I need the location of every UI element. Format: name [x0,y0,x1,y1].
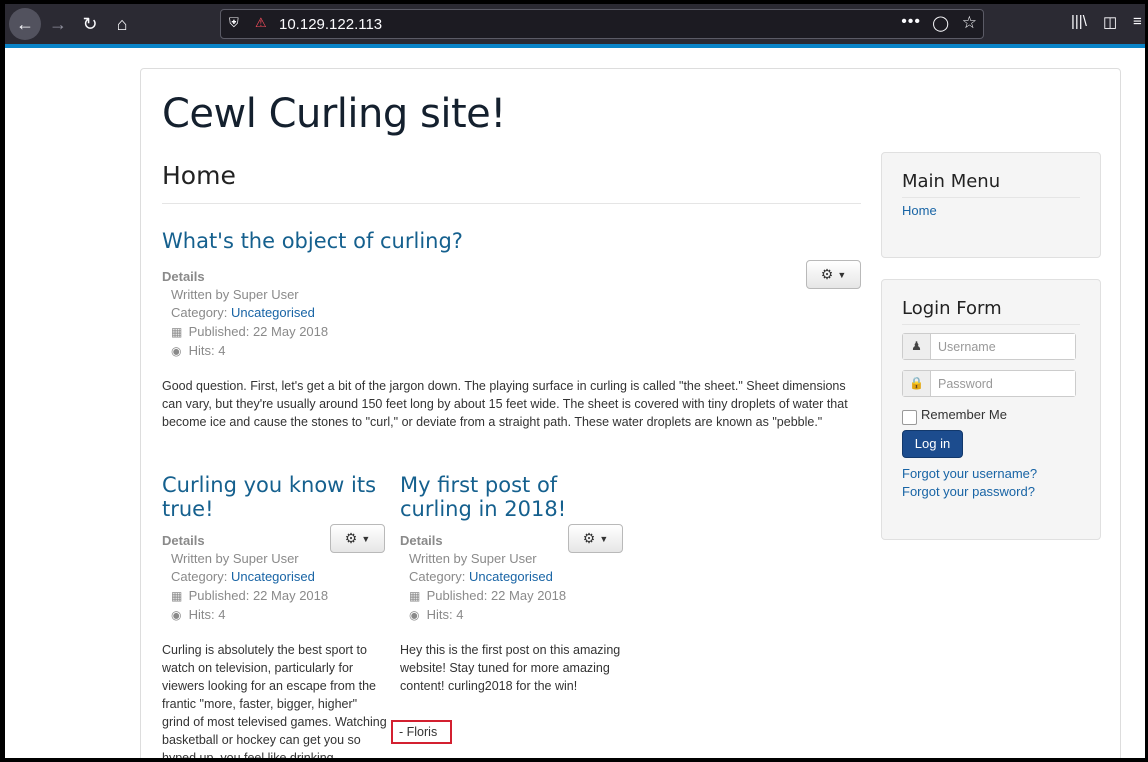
home-icon: ⌂ [116,14,128,34]
password-group: 🔒 [902,370,1076,397]
details-label: Details [162,533,205,548]
calendar-icon: ▦ [409,589,421,603]
gear-icon: ⚙ [582,530,596,546]
url-text[interactable]: 10.129.122.113 [279,16,382,33]
module-divider [902,197,1080,198]
user-icon: ♟ [903,334,931,359]
article-hits: ◉ Hits: 4 [171,607,225,622]
category-prefix: Category: [409,569,469,584]
star-icon[interactable]: ☆ [962,13,977,33]
hits-count: Hits: 4 [426,607,464,622]
login-form-title: Login Form [902,298,1002,319]
article-title[interactable]: My first post of curling in 2018! [400,473,600,521]
caret-down-icon: ▼ [599,533,609,544]
eye-icon: ◉ [409,608,420,622]
main-menu-module: Main Menu Home [881,152,1101,258]
forgot-password-link[interactable]: Forgot your password? [902,484,1035,499]
category-link[interactable]: Uncategorised [231,569,315,584]
details-label: Details [162,269,205,284]
login-form-module: Login Form ♟ 🔒 Remember Me Log in Forgot… [881,279,1101,540]
calendar-icon: ▦ [171,589,183,603]
heading-divider [162,203,861,204]
category-prefix: Category: [171,305,231,320]
forgot-username-link[interactable]: Forgot your username? [902,466,1037,481]
article-title[interactable]: Curling you know its true! [162,473,388,521]
forward-button[interactable]: → [43,10,73,38]
gear-icon: ⚙ [820,266,834,282]
gear-icon: ⚙ [344,530,358,546]
hits-count: Hits: 4 [188,607,226,622]
browser-toolbar: ← → ↻ ⌂ ⛨ ⚠ 10.129.122.113 ••• ◯ ☆ |||\ … [5,4,1145,44]
reload-button[interactable]: ↻ [75,10,105,38]
article-hits: ◉ Hits: 4 [171,343,225,358]
module-divider [902,324,1080,325]
insecure-lock-icon[interactable]: ⚠ [255,15,267,31]
article-published: ▦ Published: 22 May 2018 [171,588,328,603]
article-body: Good question. First, let's get a bit of… [162,379,848,429]
reload-icon: ↻ [82,14,98,34]
published-date: Published: 22 May 2018 [188,324,329,339]
menu-item-home[interactable]: Home [902,203,937,218]
username-input[interactable] [932,334,1075,359]
arrow-right-icon: → [49,14,67,34]
lock-icon: 🔒 [903,371,931,396]
category-prefix: Category: [171,569,231,584]
site-container: Cewl Curling site! Home What's the objec… [140,68,1121,758]
article-category: Category: Uncategorised [409,569,553,584]
ellipsis-icon[interactable]: ••• [901,13,921,31]
article-author: Written by Super User [409,551,537,566]
article-category: Category: Uncategorised [171,569,315,584]
article-category: Category: Uncategorised [171,305,315,320]
toolbar-accent-line [5,44,1145,48]
category-link[interactable]: Uncategorised [231,305,315,320]
library-icon[interactable]: |||\ [1071,13,1087,30]
article-published: ▦ Published: 22 May 2018 [409,588,566,603]
eye-icon: ◉ [171,608,182,622]
caret-down-icon: ▼ [837,269,847,280]
back-button[interactable]: ← [9,8,41,40]
site-title[interactable]: Cewl Curling site! [162,91,506,137]
caret-down-icon: ▼ [361,533,371,544]
hits-count: Hits: 4 [188,343,226,358]
article-published: ▦ Published: 22 May 2018 [171,324,328,339]
article-tools-button[interactable]: ⚙ ▼ [806,260,861,289]
published-date: Published: 22 May 2018 [188,588,329,603]
article-author: Written by Super User [171,551,299,566]
article-tools-button[interactable]: ⚙ ▼ [330,524,385,553]
password-input[interactable] [932,371,1075,396]
url-bar[interactable]: ⛨ ⚠ 10.129.122.113 ••• ◯ ☆ [220,9,984,39]
details-label: Details [400,533,443,548]
login-button[interactable]: Log in [902,430,963,458]
article-body: Curling is absolutely the best sport to … [162,643,387,758]
article-hits: ◉ Hits: 4 [409,607,463,622]
category-link[interactable]: Uncategorised [469,569,553,584]
page-heading: Home [162,161,236,190]
remember-me-label[interactable]: Remember Me [921,407,1007,422]
calendar-icon: ▦ [171,325,183,339]
menu-icon[interactable]: ≡ [1133,13,1142,30]
username-group: ♟ [902,333,1076,360]
browser-window: ← → ↻ ⌂ ⛨ ⚠ 10.129.122.113 ••• ◯ ☆ |||\ … [5,4,1145,758]
remember-me-checkbox[interactable] [902,410,917,425]
signature-highlight: - Floris [391,720,452,744]
published-date: Published: 22 May 2018 [426,588,567,603]
sidebar-icon[interactable]: ◫ [1103,13,1117,31]
shield-icon[interactable]: ⛨ [229,15,239,31]
article-body: Hey this is the first post on this amazi… [400,643,621,693]
article-author: Written by Super User [171,287,299,302]
article-title[interactable]: What's the object of curling? [162,229,682,253]
eye-icon: ◉ [171,344,182,358]
main-menu-title: Main Menu [902,171,1001,192]
article-tools-button[interactable]: ⚙ ▼ [568,524,623,553]
pocket-icon[interactable]: ◯ [932,14,949,32]
home-button[interactable]: ⌂ [107,10,137,38]
arrow-left-icon: ← [16,14,34,34]
